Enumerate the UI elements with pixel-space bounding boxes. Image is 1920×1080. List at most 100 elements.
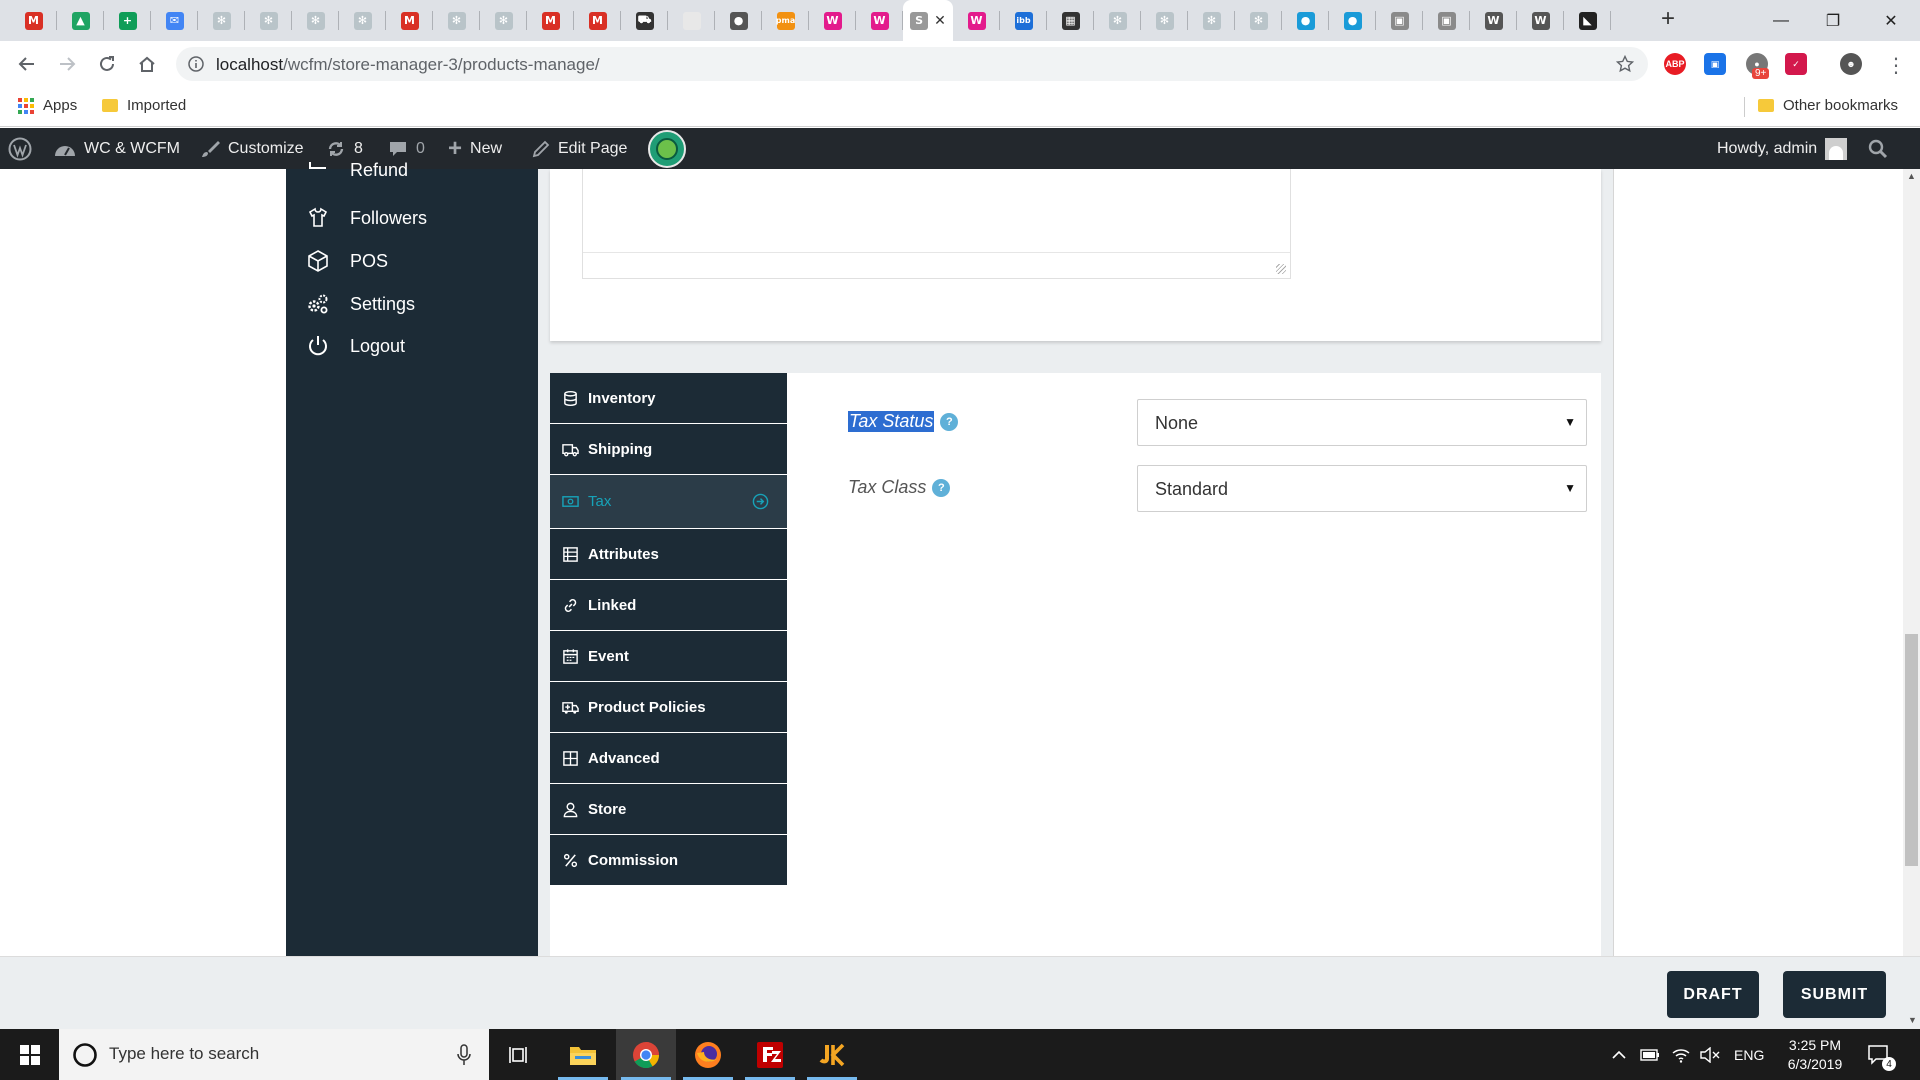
jetbrains-taskbar-button[interactable] xyxy=(802,1029,862,1080)
forward-button[interactable] xyxy=(54,51,80,77)
minimize-button[interactable]: — xyxy=(1758,0,1804,41)
tab-event[interactable]: Event xyxy=(550,631,787,682)
wp-logo[interactable] xyxy=(8,128,32,169)
browser-tab[interactable]: ⛟ xyxy=(621,0,668,41)
taskbar-search[interactable]: Type here to search xyxy=(59,1029,489,1080)
browser-tab[interactable]: ✻ xyxy=(1094,0,1141,41)
new-tab-button[interactable]: + xyxy=(1656,7,1680,32)
bookmark-imported[interactable]: Imported xyxy=(102,97,186,114)
tab-commission[interactable]: Commission xyxy=(550,835,787,886)
star-icon[interactable] xyxy=(1616,55,1634,73)
browser-tab[interactable]: pma xyxy=(762,0,809,41)
scroll-down-arrow[interactable]: ▼ xyxy=(1908,1015,1917,1025)
browser-tab[interactable]: ◣ xyxy=(1564,0,1611,41)
firefox-taskbar-button[interactable] xyxy=(678,1029,738,1080)
site-name-link[interactable]: WC & WCFM xyxy=(54,128,180,169)
tab-tax[interactable]: Tax xyxy=(550,475,787,529)
help-icon[interactable]: ? xyxy=(940,412,959,431)
browser-tab[interactable]: ● xyxy=(715,0,762,41)
battery-icon[interactable] xyxy=(1640,1029,1660,1080)
sidebar-item-followers[interactable]: Followers xyxy=(306,203,427,233)
language-indicator[interactable]: ENG xyxy=(1734,1029,1764,1080)
browser-tab-active[interactable]: S ✕ xyxy=(903,0,953,41)
wifi-icon[interactable] xyxy=(1672,1029,1690,1080)
browser-tab[interactable]: ✻ xyxy=(433,0,480,41)
scroll-up-arrow[interactable]: ▲ xyxy=(1907,171,1916,181)
help-icon[interactable]: ? xyxy=(932,478,951,497)
browser-tab[interactable]: ▦ xyxy=(1047,0,1094,41)
submit-button[interactable]: SUBMIT xyxy=(1783,971,1886,1018)
browser-tab[interactable]: M xyxy=(574,0,621,41)
tab-store[interactable]: Store xyxy=(550,784,787,835)
screenshot-extension-icon[interactable]: ▣ xyxy=(1704,53,1726,75)
browser-tab[interactable]: W xyxy=(953,0,1000,41)
draft-button[interactable]: DRAFT xyxy=(1667,971,1759,1018)
close-tab-icon[interactable]: ✕ xyxy=(934,12,946,29)
browser-tab[interactable]: ▣ xyxy=(1423,0,1470,41)
browser-tab[interactable]: ibb xyxy=(1000,0,1047,41)
resize-handle[interactable] xyxy=(1276,264,1286,274)
microphone-icon[interactable] xyxy=(457,1044,471,1066)
browser-tab[interactable]: ✻ xyxy=(339,0,386,41)
tab-linked[interactable]: Linked xyxy=(550,580,787,631)
browser-tab[interactable]: ● xyxy=(1282,0,1329,41)
tab-product-policies[interactable]: Product Policies xyxy=(550,682,787,733)
bookmark-apps[interactable]: Apps xyxy=(18,97,77,114)
sidebar-item-refund[interactable]: Refund xyxy=(306,155,408,185)
tab-shipping[interactable]: Shipping xyxy=(550,424,787,475)
browser-tab[interactable]: M xyxy=(10,0,57,41)
browser-tab[interactable]: W xyxy=(809,0,856,41)
browser-tab[interactable]: ● xyxy=(1329,0,1376,41)
tax-class-select[interactable]: Standard ▼ xyxy=(1137,465,1587,512)
browser-tab[interactable]: ✻ xyxy=(292,0,339,41)
account-menu[interactable]: Howdy, admin xyxy=(1717,128,1848,169)
store-avatar-button[interactable] xyxy=(648,128,686,169)
chrome-taskbar-button[interactable] xyxy=(616,1029,676,1080)
pocket-icon[interactable]: ✓ xyxy=(1785,53,1807,75)
browser-tab[interactable]: M xyxy=(386,0,433,41)
browser-tab[interactable] xyxy=(668,0,715,41)
browser-tab[interactable]: ✉ xyxy=(151,0,198,41)
sidebar-item-logout[interactable]: Logout xyxy=(306,331,405,361)
start-button[interactable] xyxy=(0,1029,59,1080)
browser-tab[interactable]: ▲ xyxy=(57,0,104,41)
tab-attributes[interactable]: Attributes xyxy=(550,529,787,580)
info-icon[interactable] xyxy=(188,56,204,72)
page-scrollbar-thumb[interactable] xyxy=(1905,634,1918,866)
filezilla-taskbar-button[interactable] xyxy=(740,1029,800,1080)
browser-tab[interactable]: ✻ xyxy=(198,0,245,41)
browser-tab[interactable]: ✻ xyxy=(1235,0,1282,41)
tab-inventory[interactable]: Inventory xyxy=(550,373,787,424)
customize-link[interactable]: Customize xyxy=(200,128,304,169)
close-window-button[interactable]: ✕ xyxy=(1868,0,1914,41)
restore-button[interactable]: ❐ xyxy=(1810,0,1856,41)
tax-status-select[interactable]: None ▼ xyxy=(1137,399,1587,446)
browser-tab[interactable]: M xyxy=(527,0,574,41)
browser-tab[interactable]: ✻ xyxy=(245,0,292,41)
new-content-link[interactable]: + New xyxy=(448,128,502,169)
reload-button[interactable] xyxy=(94,51,120,77)
adblock-icon[interactable]: ABP xyxy=(1664,53,1686,75)
show-hidden-icons[interactable] xyxy=(1612,1029,1626,1080)
url-text[interactable]: localhost/wcfm/store-manager-3/products-… xyxy=(216,55,600,75)
volume-muted-icon[interactable] xyxy=(1700,1029,1720,1080)
browser-tab[interactable]: ✻ xyxy=(1188,0,1235,41)
bookmark-other[interactable]: Other bookmarks xyxy=(1758,97,1898,114)
back-button[interactable] xyxy=(14,51,40,77)
address-bar[interactable]: localhost/wcfm/store-manager-3/products-… xyxy=(176,47,1648,81)
sidebar-item-settings[interactable]: Settings xyxy=(306,289,415,319)
clock[interactable]: 3:25 PM 6/3/2019 xyxy=(1782,1029,1848,1080)
browser-tab[interactable]: W xyxy=(1470,0,1517,41)
sidebar-item-pos[interactable]: POS xyxy=(306,246,388,276)
browser-tab[interactable]: W xyxy=(1517,0,1564,41)
action-center-button[interactable]: 4 xyxy=(1868,1029,1896,1080)
browser-tab[interactable]: ✻ xyxy=(1141,0,1188,41)
file-explorer-button[interactable] xyxy=(553,1029,613,1080)
adminbar-search-button[interactable] xyxy=(1868,128,1888,169)
edit-page-link[interactable]: Edit Page xyxy=(532,128,627,169)
browser-tab[interactable]: + xyxy=(104,0,151,41)
home-button[interactable] xyxy=(134,51,160,77)
browser-tab[interactable]: ✻ xyxy=(480,0,527,41)
profile-avatar[interactable]: ☻ xyxy=(1840,53,1862,75)
browser-tab[interactable]: W xyxy=(856,0,903,41)
